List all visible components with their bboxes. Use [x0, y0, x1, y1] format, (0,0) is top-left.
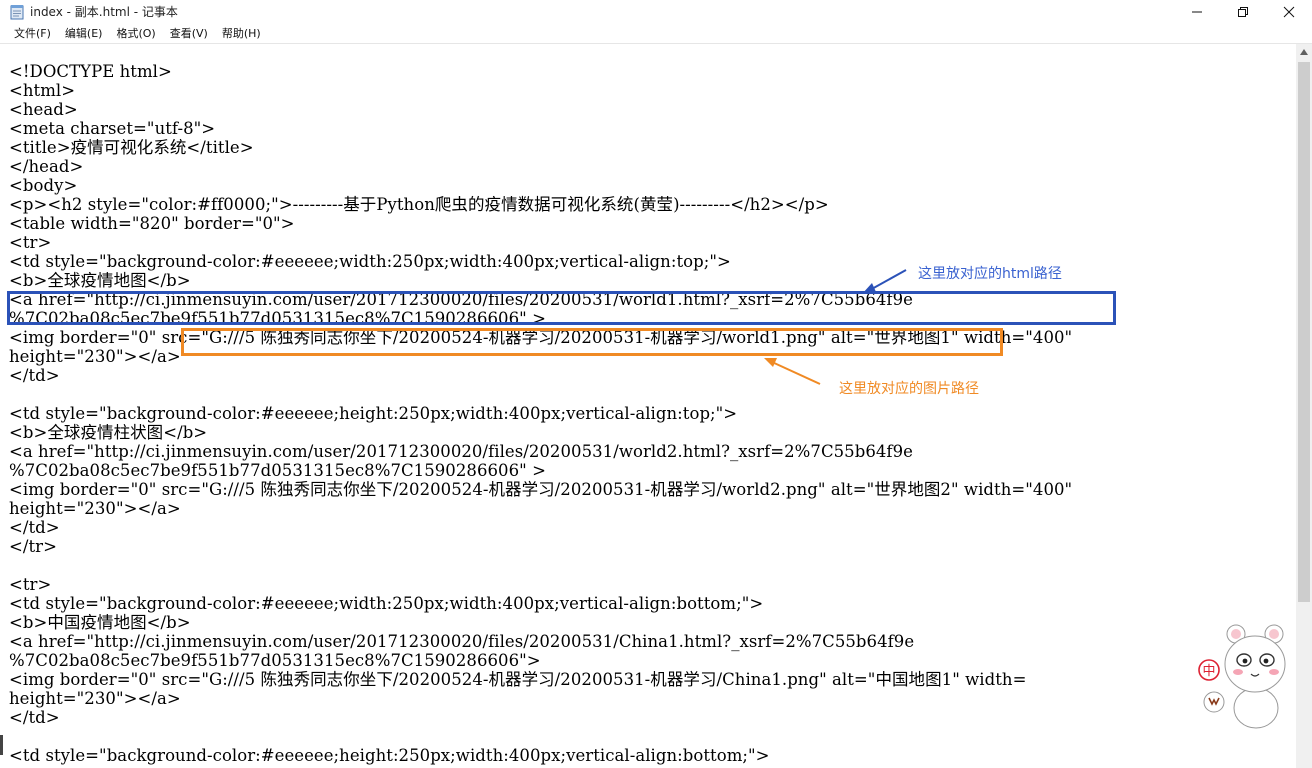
- code-line: <td style="background-color:#eeeeee;widt…: [9, 252, 731, 271]
- code-line: </td>: [9, 708, 60, 727]
- code-line: <a href="http://ci.jinmensuyin.com/user/…: [9, 632, 915, 651]
- left-edge-marker: [0, 735, 3, 755]
- maximize-button[interactable]: [1220, 0, 1266, 23]
- code-line: <!DOCTYPE html>: [9, 62, 172, 81]
- title-bar: index - 副本.html - 记事本: [0, 0, 1312, 23]
- html-path-highlight-box: [7, 291, 1116, 325]
- notepad-icon: [10, 4, 24, 20]
- code-line: </td>: [9, 518, 60, 537]
- code-line: height="230"></a>: [9, 689, 181, 708]
- window-title: index - 副本.html - 记事本: [30, 5, 178, 19]
- code-line: <tr>: [9, 575, 52, 594]
- bear-mascot-icon: 中: [1198, 624, 1286, 729]
- restore-icon: [1238, 6, 1248, 17]
- menu-view[interactable]: 查看(V): [163, 23, 215, 43]
- code-line: height="230"></a>: [9, 499, 181, 518]
- code-line: <tr>: [9, 233, 52, 252]
- scrollbar-thumb[interactable]: [1298, 62, 1310, 602]
- code-line: <img border="0" src="G:///5 陈独秀同志你坐下/202…: [9, 480, 1073, 499]
- window-controls: [1174, 0, 1312, 23]
- code-line: %7C02ba08c5ec7be9f551b77d0531315ec8%7C15…: [9, 461, 546, 480]
- code-line: <a href="http://ci.jinmensuyin.com/user/…: [9, 442, 913, 461]
- scroll-up-arrow-icon[interactable]: [1296, 44, 1312, 60]
- vertical-scrollbar[interactable]: [1296, 44, 1312, 768]
- code-text: <!DOCTYPE html> <html> <head> <meta charset…: [9, 62, 1072, 765]
- menu-help[interactable]: 帮助(H): [215, 23, 268, 43]
- code-line: <b>中国疫情地图</b>: [9, 613, 191, 632]
- code-line: <p><h2 style="color:#ff0000;">---------基…: [9, 195, 829, 214]
- menu-bar: 文件(F) 编辑(E) 格式(O) 查看(V) 帮助(H): [0, 23, 1312, 44]
- code-line: <img border="0" src="G:///5 陈独秀同志你坐下/202…: [9, 670, 1027, 689]
- code-line: <head>: [9, 100, 78, 119]
- ime-badge-text: 中: [1202, 664, 1215, 679]
- close-icon: [1283, 6, 1295, 17]
- code-line: <b>全球疫情柱状图</b>: [9, 423, 208, 442]
- image-path-annotation: 这里放对应的图片路径: [839, 381, 979, 397]
- code-line: </head>: [9, 157, 84, 176]
- close-button[interactable]: [1266, 0, 1312, 23]
- code-line: <body>: [9, 176, 78, 195]
- menu-format[interactable]: 格式(O): [109, 23, 162, 43]
- code-line: <td style="background-color:#eeeeee;heig…: [9, 746, 770, 765]
- code-line: <title>疫情可视化系统</title>: [9, 138, 254, 157]
- text-editor-area[interactable]: <!DOCTYPE html> <html> <head> <meta charset…: [0, 44, 1296, 768]
- html-path-annotation: 这里放对应的html路径: [918, 266, 1062, 282]
- menu-edit[interactable]: 编辑(E): [58, 23, 110, 43]
- code-line: <table width="820" border="0">: [9, 214, 295, 233]
- image-path-highlight-box: [181, 328, 1003, 356]
- code-line: </tr>: [9, 537, 57, 556]
- code-line: <td style="background-color:#eeeeee;widt…: [9, 594, 764, 613]
- minimize-icon: [1192, 11, 1202, 12]
- code-line: %7C02ba08c5ec7be9f551b77d0531315ec8%7C15…: [9, 651, 541, 670]
- minimize-button[interactable]: [1174, 0, 1220, 23]
- code-line: <meta charset="utf-8">: [9, 119, 216, 138]
- code-line: <html>: [9, 81, 76, 100]
- code-line: <b>全球疫情地图</b>: [9, 271, 191, 290]
- code-line: <td style="background-color:#eeeeee;heig…: [9, 404, 738, 423]
- menu-file[interactable]: 文件(F): [0, 23, 58, 43]
